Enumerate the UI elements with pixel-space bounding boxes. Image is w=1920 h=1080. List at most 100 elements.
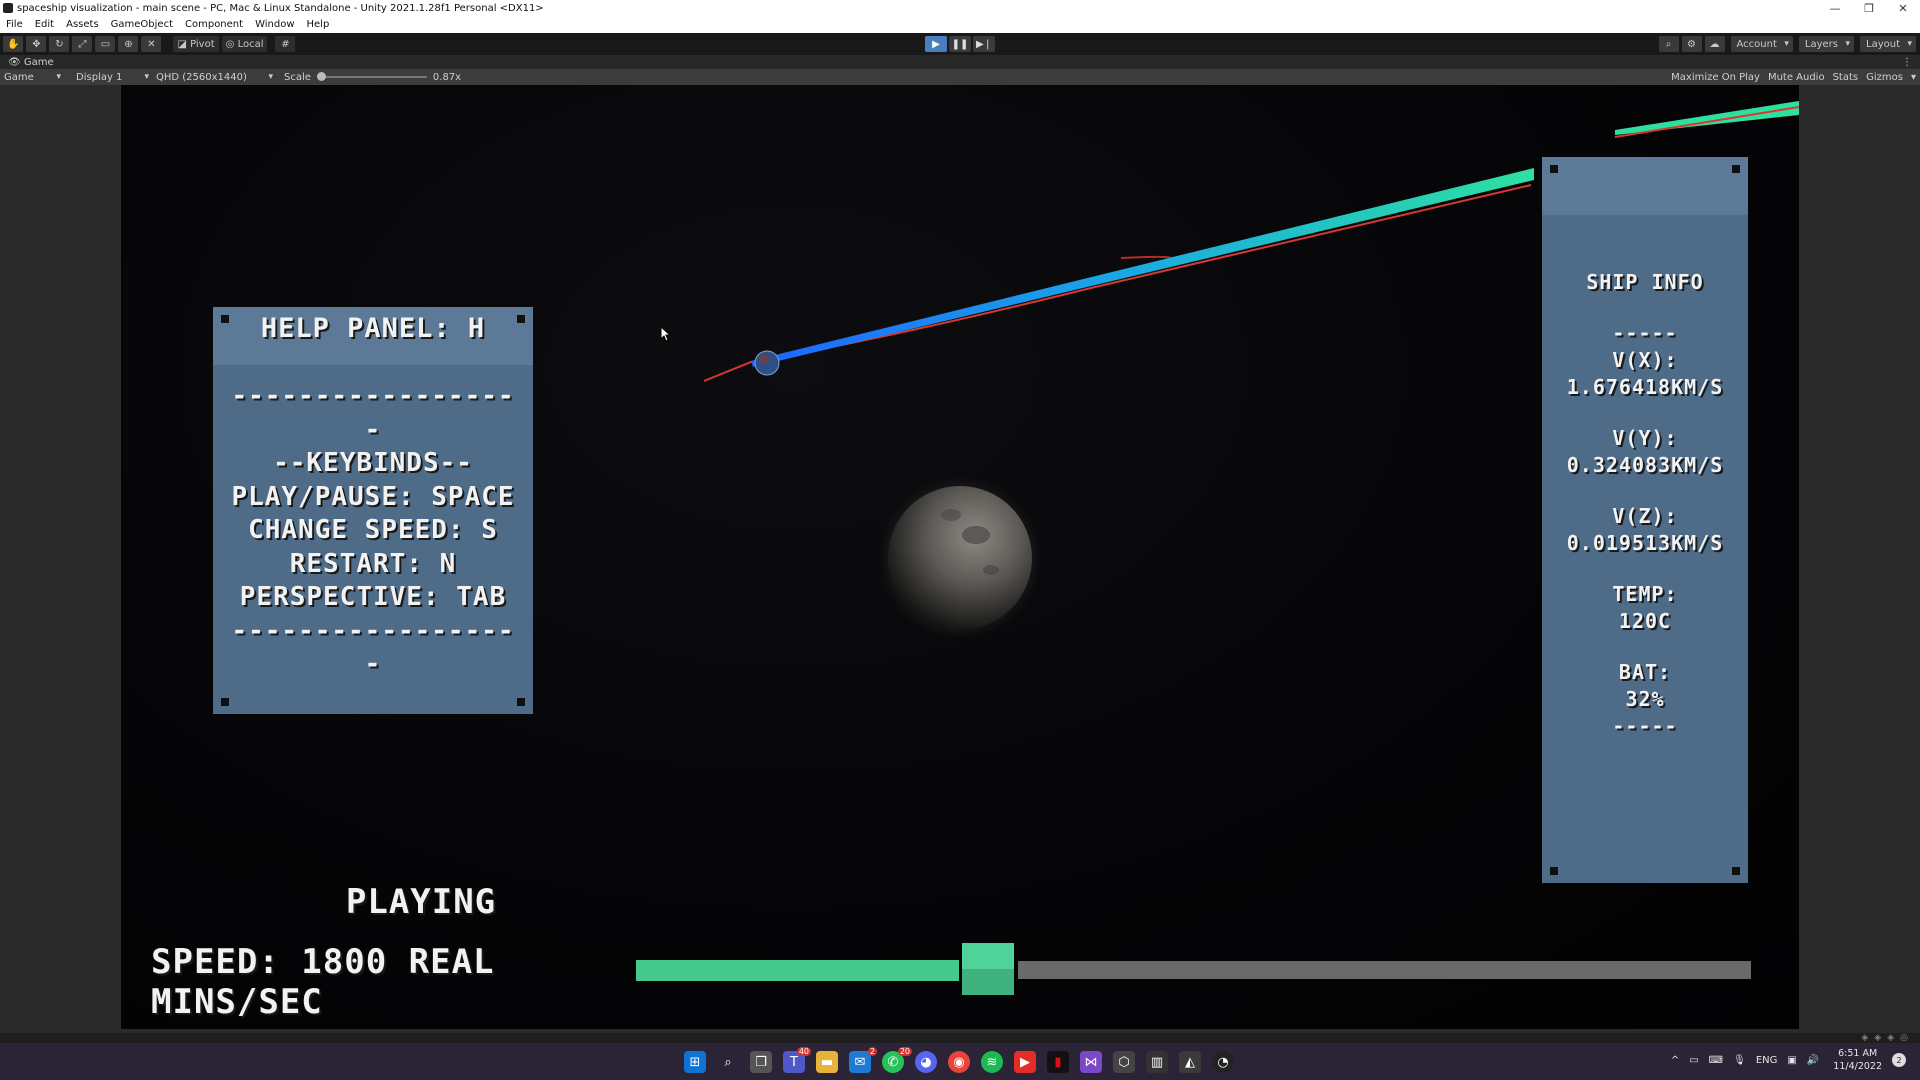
battery-label: BAT:: [1618, 660, 1672, 684]
mute-audio-toggle[interactable]: Mute Audio: [1764, 72, 1829, 83]
panel-corner: [1732, 867, 1740, 875]
search-icon[interactable]: ⌕: [717, 1051, 739, 1073]
trajectory-red-far: [1614, 106, 1799, 138]
ship-info-body: SHIP INFO ----- V(X): 1.676418KM/S V(Y):…: [1542, 269, 1748, 740]
gizmos-toggle[interactable]: Gizmos: [1862, 72, 1907, 83]
view-select[interactable]: Game: [0, 72, 64, 83]
network-icon[interactable]: ▣: [1787, 1055, 1796, 1066]
windows-start-icon[interactable]: ⊞: [684, 1051, 706, 1073]
chrome-icon[interactable]: ◉: [948, 1051, 970, 1073]
moon-crater: [941, 509, 961, 521]
obs-icon[interactable]: ◔: [1212, 1051, 1234, 1073]
resolution-select[interactable]: QHD (2560x1440): [152, 72, 276, 83]
notification-badge[interactable]: 2: [1892, 1053, 1906, 1067]
help-panel: HELP PANEL: H ----------------- - --KEYB…: [213, 307, 533, 714]
menu-help[interactable]: Help: [301, 19, 336, 30]
status-icons: ◈◈◈◎: [1861, 1033, 1914, 1043]
clock-date: 11/4/2022: [1833, 1061, 1882, 1072]
local-icon: ◎: [225, 38, 235, 50]
tab-menu-icon[interactable]: ⋮: [1902, 57, 1912, 68]
grid-snap-icon[interactable]: #: [275, 36, 296, 52]
file-explorer-icon[interactable]: ▬: [816, 1051, 838, 1073]
play-button[interactable]: ▶: [925, 36, 947, 52]
toolbar: ✋ ✥ ↻ ⤢ ▭ ⊕ ✕ ◪ Pivot ◎ Local # ▶ ❚❚ ▶❘ …: [0, 33, 1920, 55]
menu-assets[interactable]: Assets: [60, 19, 105, 30]
library-icon[interactable]: ▥: [1146, 1051, 1168, 1073]
unity-hub-icon[interactable]: ⬡: [1113, 1051, 1135, 1073]
speed-slider-fill[interactable]: [636, 960, 959, 981]
whatsapp-badge: 20: [897, 1047, 912, 1056]
teams-icon[interactable]: T 40: [783, 1047, 811, 1073]
maximize-on-play-toggle[interactable]: Maximize On Play: [1667, 72, 1764, 83]
scale-tool-icon[interactable]: ⤢: [72, 36, 93, 52]
collab-icon[interactable]: ⚙: [1681, 36, 1702, 52]
temperature-label: TEMP:: [1612, 582, 1678, 606]
game-tab-label: Game: [23, 56, 54, 68]
minimize-button[interactable]: —: [1818, 0, 1852, 16]
custom-tool-icon[interactable]: ✕: [141, 36, 162, 52]
help-line: -----------------: [231, 381, 515, 411]
tray-overflow-icon[interactable]: ^: [1671, 1055, 1679, 1066]
display-select[interactable]: Display 1: [72, 72, 152, 83]
speed-slider-track[interactable]: [1018, 961, 1751, 979]
transform-tool-icon[interactable]: ⊕: [118, 36, 139, 52]
layout-dropdown[interactable]: Layout: [1860, 36, 1916, 52]
moon-crater: [983, 565, 999, 575]
menu-file[interactable]: File: [0, 19, 29, 30]
scale-slider-knob[interactable]: [316, 72, 326, 81]
gizmos-dropdown-icon[interactable]: ▾: [1907, 72, 1920, 83]
speed-slider-handle[interactable]: [962, 943, 1014, 995]
game-viewport[interactable]: HELP PANEL: H ----------------- - --KEYB…: [121, 85, 1799, 1029]
menu-window[interactable]: Window: [249, 19, 300, 30]
visual-studio-icon[interactable]: ⋈: [1080, 1051, 1102, 1073]
volume-icon[interactable]: 🔊: [1807, 1055, 1819, 1066]
discord-icon[interactable]: ◕: [915, 1051, 937, 1073]
spotify-icon[interactable]: ≋: [981, 1051, 1003, 1073]
menu-component[interactable]: Component: [179, 19, 249, 30]
rotate-tool-icon[interactable]: ↻: [49, 36, 70, 52]
cloud-icon[interactable]: ☁: [1704, 36, 1725, 52]
ship-info-divider-end: -----: [1612, 714, 1678, 738]
local-toggle[interactable]: ◎ Local: [221, 36, 268, 52]
window-controls: — ❐ ✕: [1818, 0, 1920, 16]
menu-edit[interactable]: Edit: [29, 19, 60, 30]
menu-gameobject[interactable]: GameObject: [105, 19, 179, 30]
search-icon[interactable]: ⌕: [1658, 36, 1679, 52]
microphone-icon[interactable]: 🎙: [1733, 1055, 1746, 1066]
stats-toggle[interactable]: Stats: [1829, 72, 1863, 83]
unity-icon[interactable]: ◭: [1179, 1051, 1201, 1073]
step-button[interactable]: ▶❘: [973, 36, 995, 52]
mail-icon[interactable]: ✉ 2: [849, 1047, 877, 1073]
youtube-icon[interactable]: ▶: [1014, 1051, 1036, 1073]
restore-button[interactable]: ❐: [1852, 0, 1886, 16]
help-panel-title: HELP PANEL: H: [260, 313, 486, 344]
pivot-toggle[interactable]: ◪ Pivot: [173, 36, 219, 52]
trajectory-red: [703, 184, 1532, 382]
whatsapp-icon[interactable]: ✆ 20: [882, 1047, 912, 1073]
pause-button[interactable]: ❚❚: [949, 36, 971, 52]
help-line: PLAY/PAUSE: SPACE: [231, 481, 515, 512]
velocity-x-label: V(X):: [1612, 348, 1678, 372]
layers-dropdown[interactable]: Layers: [1798, 36, 1854, 52]
keyboard-icon[interactable]: ⌨: [1709, 1055, 1723, 1066]
language-indicator[interactable]: ENG: [1756, 1055, 1778, 1066]
ship-info-header: [1542, 157, 1748, 215]
velocity-y-value: 0.324083KM/S: [1566, 453, 1724, 477]
mouse-cursor-icon: [660, 326, 672, 342]
close-button[interactable]: ✕: [1886, 0, 1920, 16]
game-tab[interactable]: 👁 Game ⋮: [0, 55, 1920, 69]
moon-crater: [962, 526, 990, 544]
netflix-icon[interactable]: ▮: [1047, 1051, 1069, 1073]
editor-status-bar: ◈◈◈◎: [0, 1033, 1920, 1043]
battery-value: 32%: [1625, 687, 1665, 711]
taskbar-apps: ⊞ ⌕ ❐ T 40 ▬ ✉ 2 ✆ 20 ◕ ◉ ≋ ▶ ▮ ⋈ ⬡ ▥ ◭ ◔: [684, 1047, 1245, 1073]
rect-tool-icon[interactable]: ▭: [95, 36, 116, 52]
hand-tool-icon[interactable]: ✋: [3, 36, 24, 52]
scale-slider[interactable]: [316, 72, 427, 81]
move-tool-icon[interactable]: ✥: [26, 36, 47, 52]
task-view-icon[interactable]: ❐: [750, 1051, 772, 1073]
battery-icon[interactable]: ▭: [1689, 1055, 1698, 1066]
clock-time: 6:51 AM: [1838, 1048, 1878, 1059]
account-dropdown[interactable]: Account: [1730, 36, 1793, 52]
clock[interactable]: 6:51 AM 11/4/2022: [1833, 1047, 1882, 1073]
